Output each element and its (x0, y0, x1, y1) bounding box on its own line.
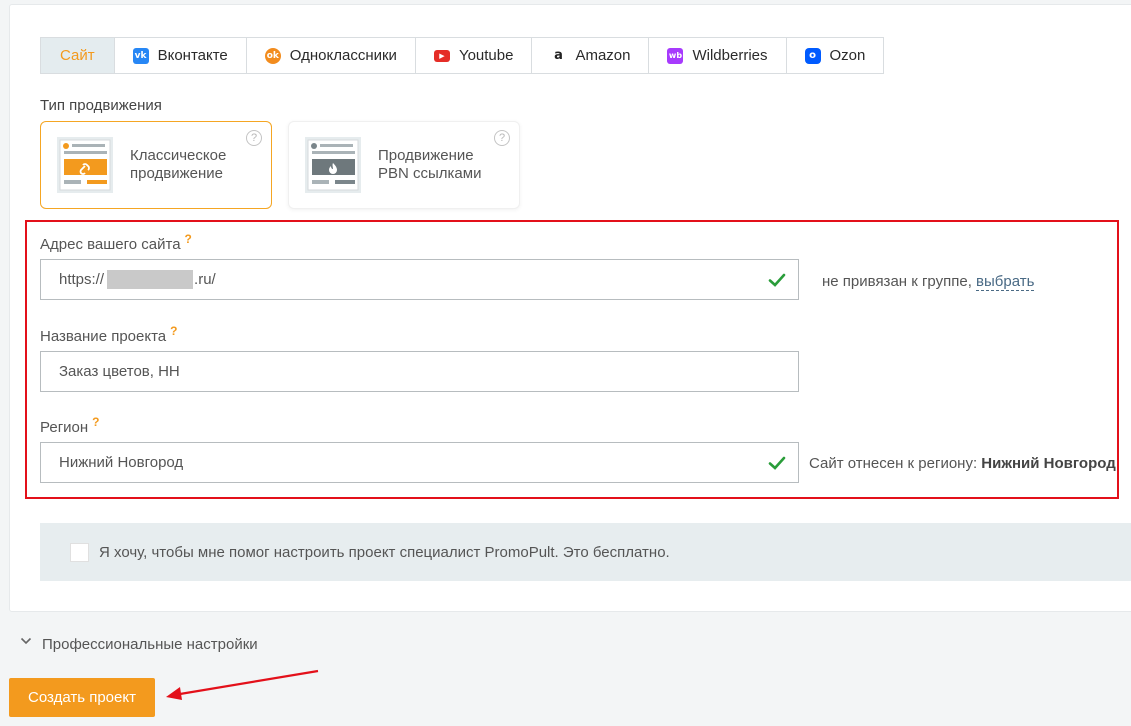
help-icon[interactable]: ? (246, 130, 262, 146)
classic-promotion-title: Классическое (130, 147, 227, 164)
tab-odnoklassniki[interactable]: ok Одноклассники (245, 38, 415, 73)
amazon-icon: a (554, 48, 563, 63)
consult-checkbox[interactable] (70, 542, 89, 562)
tab-vkontakte[interactable]: vk Вконтакте (113, 38, 246, 73)
region-label: Регион? (40, 415, 100, 436)
region-status-value: Нижний Новгород (981, 455, 1116, 472)
ozon-icon: o (804, 47, 821, 64)
help-icon[interactable]: ? (494, 130, 510, 146)
project-name-input[interactable]: Заказ цветов, НН (40, 351, 799, 392)
checkmark-icon (768, 273, 786, 287)
tab-wildberries[interactable]: wb Wildberries (648, 38, 786, 73)
project-name-label: Название проекта? (40, 324, 178, 345)
annotation-arrow (166, 669, 319, 700)
vk-icon: vk (132, 47, 149, 64)
choose-group-link[interactable]: выбрать (976, 273, 1035, 291)
tab-amazon[interactable]: a Amazon (531, 38, 649, 73)
youtube-icon: ▶ (433, 49, 450, 62)
pbn-promotion-subtitle: PBN ссылками (378, 165, 482, 182)
group-status: не привязан к группе, выбрать (822, 273, 1035, 291)
chevron-down-icon (20, 637, 32, 644)
consult-option: Я хочу, чтобы мне помог настроить проект… (40, 523, 1131, 581)
help-icon[interactable]: ? (185, 232, 192, 246)
consult-label: Я хочу, чтобы мне помог настроить проект… (99, 543, 670, 561)
promotion-option-classic[interactable]: Классическое продвижение ? (40, 121, 272, 209)
tab-ozon[interactable]: o Ozon (785, 38, 884, 73)
region-status: Сайт отнесен к региону: Нижний Новгород (809, 455, 1116, 472)
source-tabs: Сайт vk Вконтакте ok Одноклассники ▶ Youtub… (40, 37, 885, 74)
tab-site[interactable]: Сайт (41, 38, 114, 73)
region-input[interactable]: Нижний Новгород (40, 442, 799, 483)
wildberries-icon: wb (667, 47, 684, 64)
classic-promotion-icon (57, 137, 113, 193)
pro-settings-toggle[interactable]: Профессиональные настройки (20, 636, 258, 653)
redacted-domain (107, 270, 194, 289)
site-address-input[interactable]: https://.ru/ (40, 259, 799, 300)
pbn-promotion-icon (305, 137, 361, 193)
help-icon[interactable]: ? (92, 415, 99, 429)
promotion-type-label: Тип продвижения (40, 97, 162, 114)
site-address-label: Адрес вашего сайта? (40, 232, 192, 253)
help-icon[interactable]: ? (170, 324, 177, 338)
odnoklassniki-icon: ok (264, 47, 281, 64)
create-project-button[interactable]: Создать проект (9, 678, 155, 717)
tab-youtube[interactable]: ▶ Youtube (414, 38, 532, 73)
checkmark-icon (768, 456, 786, 470)
promotion-option-pbn[interactable]: Продвижение PBN ссылками ? (288, 121, 520, 209)
pbn-promotion-title: Продвижение (378, 147, 474, 164)
classic-promotion-subtitle: продвижение (130, 165, 223, 182)
